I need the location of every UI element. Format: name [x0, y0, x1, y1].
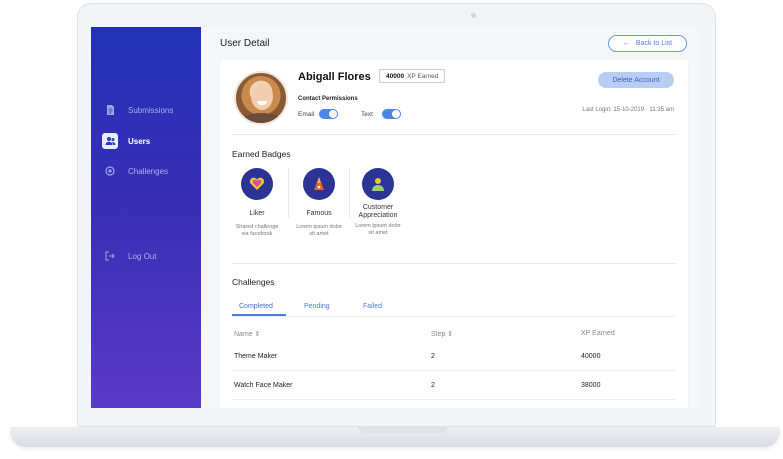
text-permission-label: Text: [361, 110, 373, 118]
sidebar-item-label: Users: [128, 136, 151, 146]
sidebar-item-users[interactable]: Users: [102, 131, 199, 151]
divider: [232, 263, 676, 264]
sidebar-item-label: Submissions: [128, 105, 174, 115]
tab-failed[interactable]: Failed: [363, 303, 382, 310]
sidebar-item-submissions[interactable]: Submissions: [103, 100, 199, 120]
email-toggle[interactable]: [319, 109, 339, 119]
text-toggle[interactable]: [381, 109, 401, 119]
user-name: Abigall Flores: [298, 71, 371, 83]
challenges-title: Challenges: [232, 277, 275, 287]
tab-pending[interactable]: Pending: [304, 303, 330, 310]
arrow-left-icon: ←: [622, 40, 630, 47]
column-header-xp: XP Earned: [581, 330, 615, 337]
column-header-name[interactable]: Name ⇕: [234, 330, 260, 338]
row-divider: [232, 370, 676, 371]
text-permission: Text: [361, 109, 401, 119]
sidebar-item-logout[interactable]: Log Out: [103, 246, 199, 266]
cone-icon: [303, 168, 335, 200]
back-to-list-button[interactable]: ← Back to List: [608, 35, 687, 52]
tab-completed[interactable]: Completed: [239, 303, 273, 310]
earned-badges-title: Earned Badges: [232, 149, 291, 159]
document-icon: [103, 103, 117, 117]
badge-description: Shared challenge via facebook: [235, 224, 279, 237]
badge-name: Liker: [249, 210, 265, 217]
camera-dot: [471, 13, 476, 18]
badge-description: Lorem ipsum dolor sit amet: [296, 224, 342, 237]
badge-famous: Famous Lorem ipsum dolor sit amet: [291, 168, 347, 238]
badge-description: Lorem ipsum dolor sit amet: [355, 223, 401, 236]
laptop-notch: [358, 427, 448, 433]
users-icon: [102, 133, 118, 149]
person-icon: [362, 168, 394, 200]
sidebar-item-challenges[interactable]: Challenges: [103, 161, 199, 181]
user-detail-card: Abigall Flores 40000 XP Earned Contact P…: [220, 60, 688, 408]
badge-name: Customer Appreciation: [358, 204, 398, 219]
row-divider: [232, 399, 676, 400]
sidebar-item-label: Log Out: [128, 251, 157, 261]
challenge-icon: [103, 164, 117, 178]
back-to-list-label: Back to List: [635, 40, 673, 47]
cell-name: Watch Face Maker: [234, 382, 293, 389]
page-title: User Detail: [220, 38, 270, 49]
column-header-step[interactable]: Step ⇕: [431, 330, 453, 338]
cell-xp: 40000: [581, 353, 601, 360]
cell-name: Theme Maker: [234, 353, 278, 360]
badge-customer-appreciation: Customer Appreciation Lorem ipsum dolor …: [350, 168, 406, 237]
cell-step: 2: [431, 353, 435, 360]
badge-separator: [288, 168, 289, 218]
logout-icon: [103, 249, 117, 263]
sidebar-item-label: Challenges: [128, 166, 169, 176]
xp-label: XP Earned: [407, 72, 439, 80]
xp-value: 40000: [386, 72, 405, 80]
tabs-divider: [232, 316, 676, 317]
badge-name: Famous: [306, 210, 332, 217]
delete-account-button[interactable]: Delete Account: [598, 72, 674, 88]
email-permission-label: Email: [298, 110, 315, 118]
main-content: User Detail ← Back to List Abigall Flore…: [201, 27, 700, 408]
cell-step: 2: [431, 382, 435, 389]
email-permission: Email: [298, 109, 339, 119]
contact-permissions-title: Contact Permissions: [298, 96, 358, 102]
cell-xp: 38000: [581, 382, 601, 389]
divider: [232, 134, 676, 135]
heart-icon: [241, 168, 273, 200]
last-login: Last Login: 15-10-2019 · 11:35 am: [582, 107, 674, 113]
badge-liker: Liker Shared challenge via facebook: [229, 168, 285, 238]
app-screen: Submissions Users Challenges Log Out Use…: [91, 27, 700, 408]
xp-earned-badge: 40000 XP Earned: [379, 69, 446, 83]
sidebar: Submissions Users Challenges Log Out: [91, 27, 201, 408]
avatar: [234, 71, 288, 125]
laptop-base: [10, 427, 780, 447]
